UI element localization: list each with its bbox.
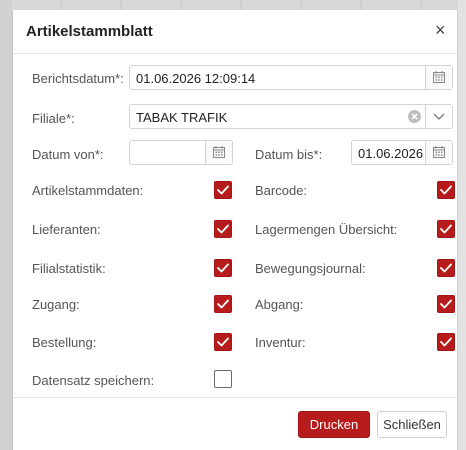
datum-von-field[interactable] [129,140,233,165]
filiale-label: Filiale*: [32,111,75,126]
option-label-datensatz-speichern: Datensatz speichern: [32,373,155,388]
dialog-footer: Drucken Schließen [13,397,457,450]
checkmark-icon [440,185,452,195]
checkbox-bestellung[interactable] [214,333,232,351]
checkbox-bewegungsjournal[interactable] [437,259,455,277]
option-label-filialstatistik: Filialstatistik: [32,261,106,276]
checkbox-lagermengen-uebersicht[interactable] [437,220,455,238]
checkbox-lieferanten[interactable] [214,220,232,238]
datum-bis-value: 01.06.2026 [358,146,424,161]
berichtsdatum-value: 01.06.2026 12:09:14 [136,71,256,86]
checkbox-datensatz-speichern[interactable] [214,370,232,388]
datum-von-calendar-button[interactable] [205,141,232,164]
checkmark-icon [217,224,229,234]
calendar-icon [433,71,445,83]
checkmark-icon [440,337,452,347]
checkmark-icon [217,337,229,347]
option-label-bewegungsjournal: Bewegungsjournal: [255,261,366,276]
checkmark-icon [217,299,229,309]
option-label-lagermengen-uebersicht: Lagermengen Übersicht: [255,222,398,237]
close-icon[interactable]: × [435,21,446,39]
berichtsdatum-label: Berichtsdatum*: [32,71,124,86]
checkbox-filialstatistik[interactable] [214,259,232,277]
option-label-inventur: Inventur: [255,335,306,350]
print-button[interactable]: Drucken [298,411,370,438]
background-left-strip [0,0,12,450]
checkbox-barcode[interactable] [437,181,455,199]
close-button[interactable]: Schließen [377,411,447,438]
background-right-strip [458,0,466,450]
checkbox-artikelstammdaten[interactable] [214,181,232,199]
checkmark-icon [217,185,229,195]
dialog-title: Artikelstammblatt [26,23,153,40]
checkbox-inventur[interactable] [437,333,455,351]
option-label-lieferanten: Lieferanten: [32,222,101,237]
calendar-icon [213,146,225,158]
clear-icon[interactable] [408,110,421,123]
calendar-icon [433,146,445,158]
checkmark-icon [440,299,452,309]
filiale-select[interactable]: TABAK TRAFIK [129,104,453,129]
option-label-artikelstammdaten: Artikelstammdaten: [32,183,144,198]
option-label-zugang: Zugang: [32,297,80,312]
chevron-down-icon [433,113,445,120]
checkmark-icon [440,224,452,234]
checkbox-abgang[interactable] [437,295,455,313]
berichtsdatum-field[interactable]: 01.06.2026 12:09:14 [129,65,453,90]
option-label-bestellung: Bestellung: [32,335,97,350]
datum-bis-label: Datum bis*: [255,147,323,162]
checkmark-icon [217,263,229,273]
option-label-abgang: Abgang: [255,297,304,312]
datum-bis-field[interactable]: 01.06.2026 [351,140,453,165]
artikelstammblatt-dialog: Artikelstammblatt × Berichtsdatum*: 01.0… [12,10,458,450]
berichtsdatum-calendar-button[interactable] [425,66,452,89]
datum-bis-calendar-button[interactable] [425,141,452,164]
datum-von-label: Datum von*: [32,147,104,162]
checkmark-icon [440,263,452,273]
filiale-dropdown-button[interactable] [425,105,452,128]
checkbox-zugang[interactable] [214,295,232,313]
option-label-barcode: Barcode: [255,183,308,198]
dialog-header: Artikelstammblatt × [13,10,457,54]
filiale-value: TABAK TRAFIK [136,110,228,125]
